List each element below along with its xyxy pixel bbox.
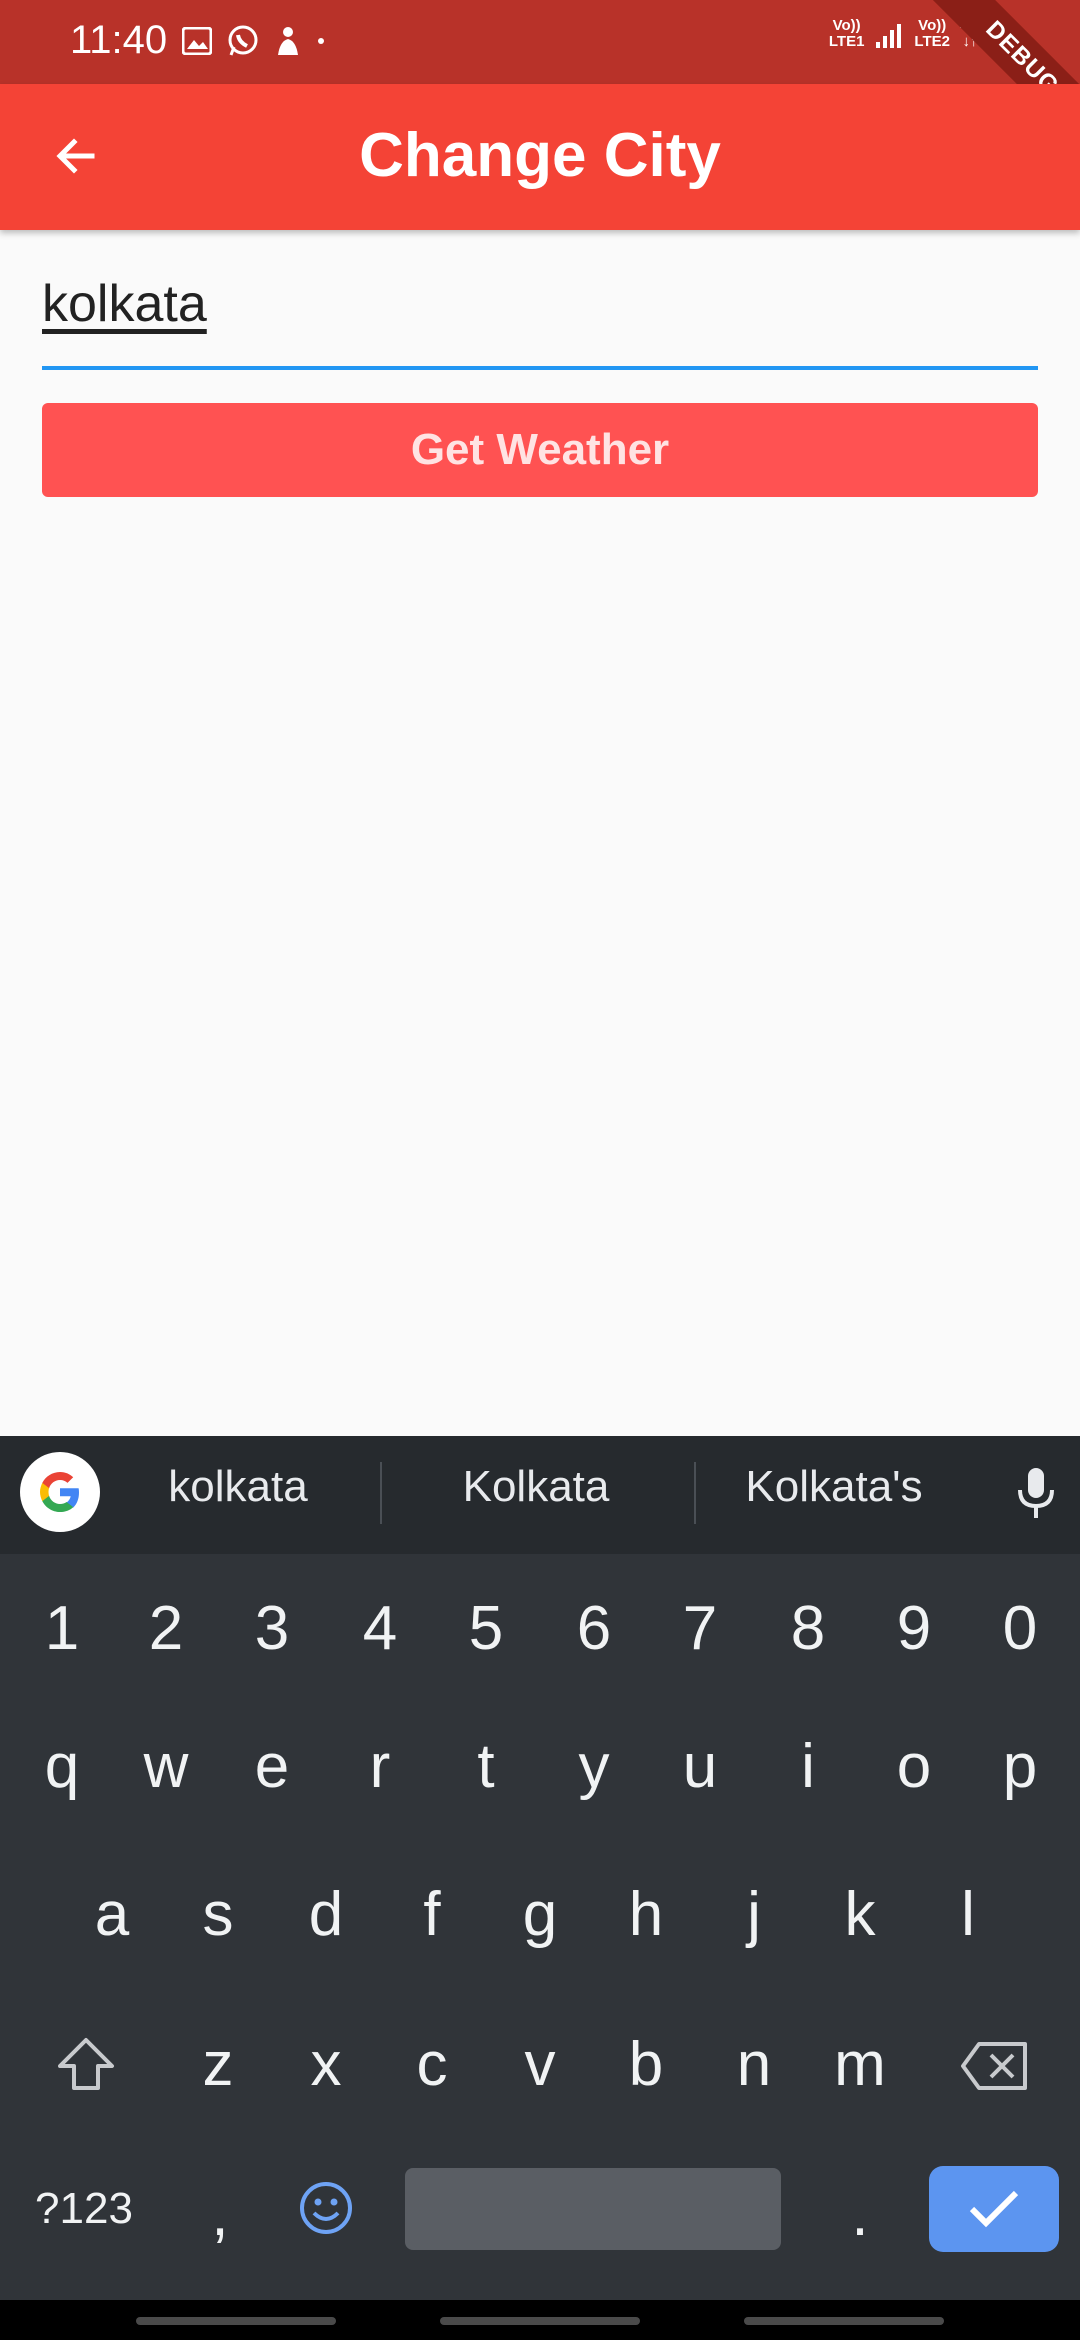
key-c[interactable]: c <box>382 2010 482 2120</box>
key-6[interactable]: 6 <box>544 1574 644 1684</box>
suggestion-2[interactable]: Kolkata <box>406 1462 666 1512</box>
shift-icon <box>58 2038 114 2090</box>
key-p[interactable]: p <box>970 1712 1070 1822</box>
suggestion-divider <box>380 1462 382 1524</box>
key-l[interactable]: l <box>918 1860 1018 1970</box>
key-t[interactable]: t <box>436 1712 536 1822</box>
key-u[interactable]: u <box>650 1712 750 1822</box>
nav-handle[interactable] <box>136 2317 336 2325</box>
key-x[interactable]: x <box>276 2010 376 2120</box>
key-f[interactable]: f <box>382 1860 482 1970</box>
key-v[interactable]: v <box>490 2010 590 2120</box>
key-g[interactable]: g <box>490 1860 590 1970</box>
app-notification-icon <box>278 27 298 55</box>
signal-icon <box>876 24 902 48</box>
city-input-value: kolkata <box>42 275 207 333</box>
get-weather-button[interactable]: Get Weather <box>42 403 1038 497</box>
key-b[interactable]: b <box>596 2010 696 2120</box>
key-w[interactable]: w <box>116 1712 216 1822</box>
emoji-icon <box>300 2182 352 2234</box>
city-input[interactable]: kolkata <box>42 260 1038 370</box>
key-k[interactable]: k <box>810 1860 910 1970</box>
key-o[interactable]: o <box>864 1712 964 1822</box>
network-sim1: Vo)) LTE1 <box>828 17 865 50</box>
comma-key[interactable]: , <box>170 2160 270 2270</box>
key-a[interactable]: a <box>62 1860 162 1970</box>
key-h[interactable]: h <box>596 1860 696 1970</box>
status-time: 11:40 <box>70 18 168 62</box>
key-j[interactable]: j <box>704 1860 804 1970</box>
key-d[interactable]: d <box>276 1860 376 1970</box>
shift-key[interactable] <box>36 2010 136 2120</box>
key-8[interactable]: 8 <box>758 1574 858 1684</box>
key-1[interactable]: 1 <box>12 1574 112 1684</box>
backspace-key[interactable] <box>944 2010 1044 2120</box>
nav-handle[interactable] <box>744 2317 944 2325</box>
image-icon <box>182 27 212 55</box>
notification-icons <box>182 24 326 58</box>
key-4[interactable]: 4 <box>330 1574 430 1684</box>
key-s[interactable]: s <box>168 1860 268 1970</box>
more-dot-icon <box>318 38 324 44</box>
key-n[interactable]: n <box>704 2010 804 2120</box>
key-2[interactable]: 2 <box>116 1574 216 1684</box>
symbols-key[interactable]: ?123 <box>34 2154 134 2264</box>
checkmark-icon <box>969 2190 1019 2228</box>
space-key[interactable] <box>405 2168 781 2250</box>
whatsapp-icon <box>228 25 258 56</box>
key-q[interactable]: q <box>12 1712 112 1822</box>
emoji-key[interactable] <box>276 2154 376 2264</box>
key-z[interactable]: z <box>168 2010 268 2120</box>
key-9[interactable]: 9 <box>864 1574 964 1684</box>
key-7[interactable]: 7 <box>650 1574 750 1684</box>
suggestion-1[interactable]: kolkata <box>108 1462 368 1512</box>
backspace-icon <box>961 2042 1027 2090</box>
suggestion-divider <box>694 1462 696 1524</box>
key-e[interactable]: e <box>222 1712 322 1822</box>
suggestion-3[interactable]: Kolkata's <box>704 1462 964 1512</box>
network-sim2: Vo)) LTE2 <box>914 17 950 50</box>
key-y[interactable]: y <box>544 1712 644 1822</box>
microphone-icon[interactable] <box>1014 1466 1058 1527</box>
period-key[interactable]: . <box>810 2160 910 2270</box>
nav-handle[interactable] <box>440 2317 640 2325</box>
status-bar: 11:40 Vo))LTE1 Vo))LTE2 4G↓↑ DEBUG <box>0 0 1080 152</box>
google-icon[interactable] <box>20 1452 100 1532</box>
enter-key[interactable] <box>929 2166 1059 2252</box>
suggestion-bar: kolkata Kolkata Kolkata's <box>0 1436 1080 1554</box>
key-r[interactable]: r <box>330 1712 430 1822</box>
key-0[interactable]: 0 <box>970 1574 1070 1684</box>
system-nav-bar <box>0 2300 1080 2340</box>
page-title: Change City <box>359 121 721 190</box>
key-i[interactable]: i <box>758 1712 858 1822</box>
key-m[interactable]: m <box>810 2010 910 2120</box>
key-3[interactable]: 3 <box>222 1574 322 1684</box>
app-bar: Change City <box>0 84 1080 230</box>
key-5[interactable]: 5 <box>436 1574 536 1684</box>
